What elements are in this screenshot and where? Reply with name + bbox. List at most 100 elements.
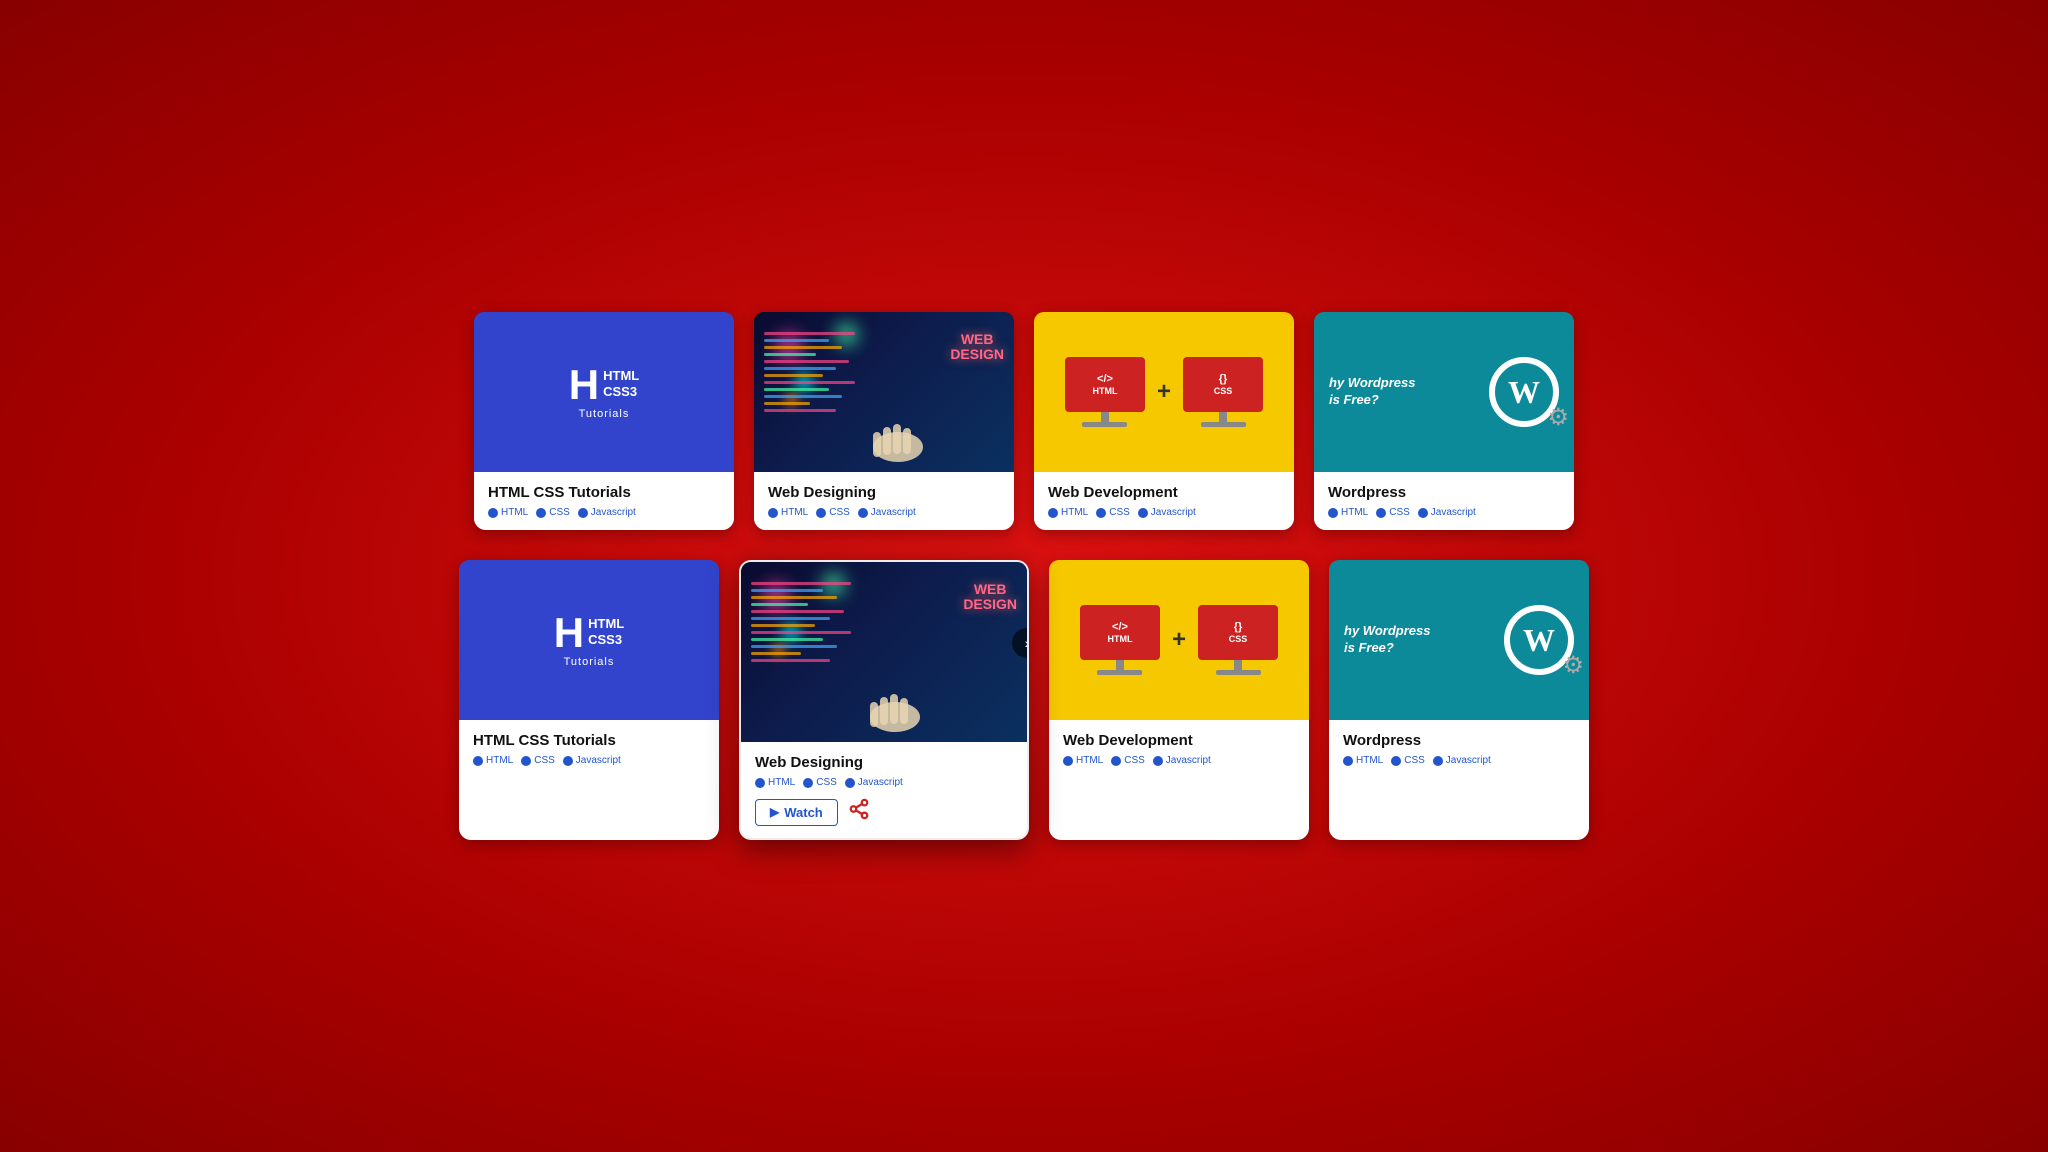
card-body-web-design-1: Web Designing HTML CSS Javascript bbox=[754, 472, 1014, 530]
card-thumbnail-html-css-2: H HTML CSS3 Tutorials bbox=[459, 560, 719, 720]
web-design-thumb-1: WEB DESIGN bbox=[754, 312, 1014, 472]
share-icon[interactable] bbox=[848, 798, 870, 826]
tag-css: CSS bbox=[536, 507, 570, 518]
expanded-actions: ▶ Watch bbox=[755, 798, 1013, 826]
wp-text-1: hy Wordpress is Free? bbox=[1329, 375, 1429, 409]
card-html-css-tutorials-2[interactable]: H HTML CSS3 Tutorials HTML CSS Tutorials… bbox=[459, 560, 719, 840]
tag-css-wdev2: CSS bbox=[1111, 755, 1145, 766]
wp-text-2: hy Wordpress is Free? bbox=[1344, 623, 1444, 657]
card-tags-wordpress-1: HTML CSS Javascript bbox=[1328, 507, 1560, 518]
monitor-base-html-2 bbox=[1097, 670, 1142, 675]
monitor-base-css-2 bbox=[1216, 670, 1261, 675]
card-tags-web-dev-2: HTML CSS Javascript bbox=[1063, 755, 1295, 766]
card-body-wordpress-1: Wordpress HTML CSS Javascript bbox=[1314, 472, 1574, 530]
card-web-development-1[interactable]: </> HTML + {} bbox=[1034, 312, 1294, 530]
hand-svg-2 bbox=[855, 682, 935, 742]
tag-js-wp1: Javascript bbox=[1418, 507, 1476, 518]
card-title-web-dev-1: Web Development bbox=[1048, 484, 1280, 501]
tag-html-wp1: HTML bbox=[1328, 507, 1368, 518]
tag-dot-js bbox=[578, 508, 588, 518]
wp-thumb-2: hy Wordpress is Free? W ⚙ bbox=[1329, 560, 1589, 720]
tag-css-wd1: CSS bbox=[816, 507, 850, 518]
card-body-html-css-1: HTML CSS Tutorials HTML CSS Javascript bbox=[474, 472, 734, 530]
card-thumbnail-wordpress-1: hy Wordpress is Free? W ⚙ bbox=[1314, 312, 1574, 472]
card-web-development-2[interactable]: </> HTML + {} bbox=[1049, 560, 1309, 840]
tag-html: HTML bbox=[488, 507, 528, 518]
watch-label: Watch bbox=[784, 805, 823, 820]
monitor-html-2: </> HTML bbox=[1080, 605, 1160, 675]
wp-thumb-1: hy Wordpress is Free? W ⚙ bbox=[1314, 312, 1574, 472]
plus-sign-2: + bbox=[1172, 626, 1186, 654]
card-body-wordpress-2: Wordpress HTML CSS Javascript bbox=[1329, 720, 1589, 778]
cards-row-1: H HTML CSS3 Tutorials HTML CSS Tutorials… bbox=[424, 312, 1624, 530]
tag-js-wp2: Javascript bbox=[1433, 755, 1491, 766]
monitor-css-2: {} CSS bbox=[1198, 605, 1278, 675]
logo-tutorials-text: Tutorials bbox=[579, 408, 630, 420]
wp-logo-area-2: W ⚙ bbox=[1504, 605, 1574, 675]
tag-js-wdev1: Javascript bbox=[1138, 507, 1196, 518]
monitor-container-2: </> HTML + {} bbox=[1080, 605, 1278, 675]
tag-html-wd1: HTML bbox=[768, 507, 808, 518]
tag-js-wd2: Javascript bbox=[845, 777, 903, 788]
monitor-css: {} CSS bbox=[1183, 357, 1263, 427]
logo-h-letter-2: H bbox=[554, 612, 584, 654]
play-icon: ▶ bbox=[770, 805, 779, 819]
wp-w-letter-2: W bbox=[1523, 622, 1555, 659]
web-design-text-2: WEB DESIGN bbox=[963, 582, 1017, 613]
card-thumbnail-web-dev-1: </> HTML + {} bbox=[1034, 312, 1294, 472]
card-tags-web-design-2: HTML CSS Javascript bbox=[755, 777, 1013, 788]
hand-svg-1 bbox=[858, 412, 938, 472]
logo-h-letter: H bbox=[569, 364, 599, 406]
plus-sign: + bbox=[1157, 378, 1171, 406]
tag-css-wd2: CSS bbox=[803, 777, 837, 788]
card-thumbnail-html-css-1: H HTML CSS3 Tutorials bbox=[474, 312, 734, 472]
card-web-designing-1[interactable]: WEB DESIGN Web Designing HTML bbox=[754, 312, 1014, 530]
card-title-wordpress-2: Wordpress bbox=[1343, 732, 1575, 749]
web-design-thumb-2: WEB DESIGN bbox=[741, 562, 1027, 742]
card-title-html-css-1: HTML CSS Tutorials bbox=[488, 484, 720, 501]
logo-tutorials-text-2: Tutorials bbox=[564, 656, 615, 668]
tag-html-wdev1: HTML bbox=[1048, 507, 1088, 518]
monitor-text-css-2: {} CSS bbox=[1229, 620, 1248, 646]
card-title-web-design-2: Web Designing bbox=[755, 754, 1013, 771]
card-title-html-css-2: HTML CSS Tutorials bbox=[473, 732, 705, 749]
card-title-wordpress-1: Wordpress bbox=[1328, 484, 1560, 501]
web-design-text-1: WEB DESIGN bbox=[950, 332, 1004, 363]
monitor-base-css bbox=[1201, 422, 1246, 427]
card-web-designing-2-expanded[interactable]: WEB DESIGN › Web Designing bbox=[739, 560, 1029, 840]
page-container: H HTML CSS3 Tutorials HTML CSS Tutorials… bbox=[424, 312, 1624, 840]
card-wordpress-1[interactable]: hy Wordpress is Free? W ⚙ Wordpress HTML… bbox=[1314, 312, 1574, 530]
card-body-web-design-2: Web Designing HTML CSS Javascript ▶ Watc… bbox=[741, 742, 1027, 838]
card-title-web-dev-2: Web Development bbox=[1063, 732, 1295, 749]
wp-logo-area-1: W ⚙ bbox=[1489, 357, 1559, 427]
web-dev-thumb-1: </> HTML + {} bbox=[1034, 312, 1294, 472]
card-thumbnail-web-design-1: WEB DESIGN bbox=[754, 312, 1014, 472]
monitor-container-1: </> HTML + {} bbox=[1065, 357, 1263, 427]
tag-css-hc2: CSS bbox=[521, 755, 555, 766]
monitor-html: </> HTML bbox=[1065, 357, 1145, 427]
logo-right-text-2: HTML CSS3 bbox=[588, 616, 624, 647]
gear-icon-1: ⚙ bbox=[1547, 403, 1569, 432]
card-body-web-dev-1: Web Development HTML CSS Javascript bbox=[1034, 472, 1294, 530]
card-thumbnail-wordpress-2: hy Wordpress is Free? W ⚙ bbox=[1329, 560, 1589, 720]
tag-js-wdev2: Javascript bbox=[1153, 755, 1211, 766]
monitor-base-html bbox=[1082, 422, 1127, 427]
card-tags-web-design-1: HTML CSS Javascript bbox=[768, 507, 1000, 518]
card-tags-wordpress-2: HTML CSS Javascript bbox=[1343, 755, 1575, 766]
html-css-logo-2: H HTML CSS3 Tutorials bbox=[554, 612, 624, 668]
card-tags-html-css-1: HTML CSS Javascript bbox=[488, 507, 720, 518]
card-wordpress-2[interactable]: hy Wordpress is Free? W ⚙ Wordpress HTML… bbox=[1329, 560, 1589, 840]
tag-html-hc2: HTML bbox=[473, 755, 513, 766]
monitor-screen-css: {} CSS bbox=[1183, 357, 1263, 412]
tag-css-wp1: CSS bbox=[1376, 507, 1410, 518]
tag-dot-css bbox=[536, 508, 546, 518]
card-html-css-tutorials-1[interactable]: H HTML CSS3 Tutorials HTML CSS Tutorials… bbox=[474, 312, 734, 530]
tag-css-wdev1: CSS bbox=[1096, 507, 1130, 518]
monitor-text-html-2: </> HTML bbox=[1107, 620, 1132, 646]
monitor-neck-html bbox=[1101, 412, 1109, 422]
card-tags-html-css-2: HTML CSS Javascript bbox=[473, 755, 705, 766]
monitor-text-css: {} CSS bbox=[1214, 372, 1233, 398]
tag-js-hc2: Javascript bbox=[563, 755, 621, 766]
watch-button[interactable]: ▶ Watch bbox=[755, 799, 838, 826]
cards-row-2: H HTML CSS3 Tutorials HTML CSS Tutorials… bbox=[424, 560, 1624, 840]
